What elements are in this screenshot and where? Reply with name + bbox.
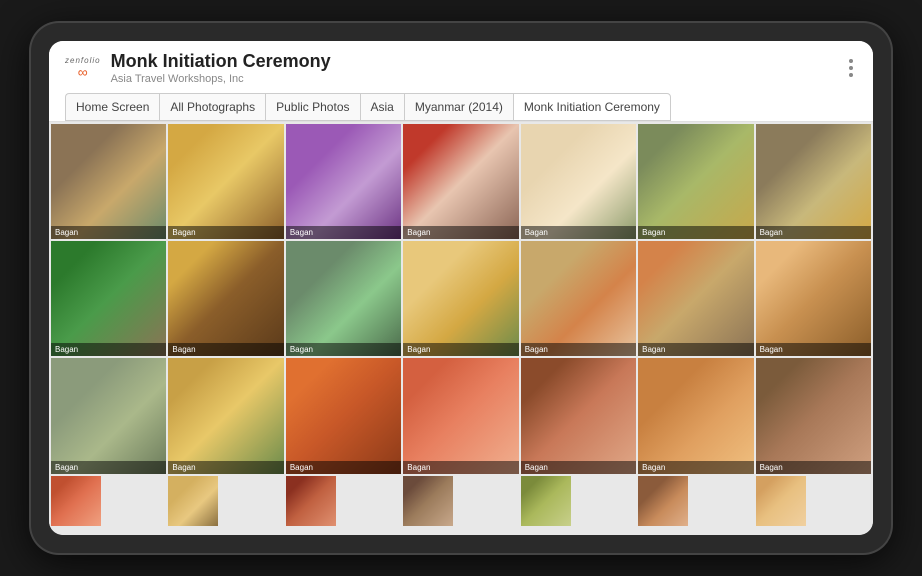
photo-cell[interactable]: Bagan bbox=[286, 358, 401, 473]
photo-cell[interactable]: Bagan bbox=[403, 241, 518, 356]
photo-cell[interactable]: Bagan bbox=[756, 358, 871, 473]
photo-label: Bagan bbox=[638, 461, 753, 474]
photo-cell[interactable]: Bagan bbox=[638, 241, 753, 356]
photo-label: Bagan bbox=[756, 343, 871, 356]
breadcrumb: Home Screen All Photographs Public Photo… bbox=[65, 93, 857, 121]
photo-label: Bagan bbox=[756, 461, 871, 474]
photo-label: Bagan bbox=[286, 461, 401, 474]
dot-3 bbox=[849, 73, 853, 77]
photo-cell[interactable] bbox=[756, 476, 806, 526]
dot-1 bbox=[849, 59, 853, 63]
photo-label: Bagan bbox=[168, 343, 283, 356]
logo-infinity-icon: ∞ bbox=[78, 65, 88, 79]
photo-cell[interactable]: Bagan bbox=[168, 358, 283, 473]
breadcrumb-ceremony[interactable]: Monk Initiation Ceremony bbox=[513, 93, 671, 121]
photo-label: Bagan bbox=[403, 461, 518, 474]
photo-label: Bagan bbox=[403, 343, 518, 356]
device-frame: zenfolio ∞ Monk Initiation Ceremony Asia… bbox=[31, 23, 891, 553]
photo-cell[interactable] bbox=[521, 476, 571, 526]
breadcrumb-myanmar[interactable]: Myanmar (2014) bbox=[404, 93, 513, 121]
photo-label: Bagan bbox=[286, 343, 401, 356]
photo-label: Bagan bbox=[638, 226, 753, 239]
photo-grid: Bagan Bagan Bagan Bagan Bagan Bagan bbox=[51, 124, 871, 526]
device-screen: zenfolio ∞ Monk Initiation Ceremony Asia… bbox=[49, 41, 873, 535]
photo-label: Bagan bbox=[638, 343, 753, 356]
photo-label: Bagan bbox=[521, 461, 636, 474]
photo-cell[interactable]: Bagan bbox=[403, 124, 518, 239]
page-title: Monk Initiation Ceremony bbox=[111, 51, 331, 73]
photo-label: Bagan bbox=[286, 226, 401, 239]
photo-cell[interactable] bbox=[638, 476, 688, 526]
photo-label: Bagan bbox=[521, 343, 636, 356]
photo-cell[interactable]: Bagan bbox=[521, 358, 636, 473]
photo-label: Bagan bbox=[403, 226, 518, 239]
header: zenfolio ∞ Monk Initiation Ceremony Asia… bbox=[49, 41, 873, 122]
photo-cell[interactable] bbox=[51, 476, 101, 526]
photo-cell[interactable]: Bagan bbox=[638, 358, 753, 473]
photo-cell[interactable] bbox=[286, 476, 336, 526]
photo-cell[interactable]: Bagan bbox=[756, 124, 871, 239]
zenfolio-logo: zenfolio ∞ bbox=[65, 57, 101, 79]
photo-label: Bagan bbox=[51, 343, 166, 356]
photo-cell[interactable]: Bagan bbox=[51, 358, 166, 473]
photo-cell[interactable]: Bagan bbox=[286, 241, 401, 356]
photo-cell[interactable]: Bagan bbox=[521, 124, 636, 239]
header-title-block: Monk Initiation Ceremony Asia Travel Wor… bbox=[111, 51, 331, 85]
photo-cell[interactable]: Bagan bbox=[638, 124, 753, 239]
photo-label: Bagan bbox=[51, 226, 166, 239]
photo-cell[interactable]: Bagan bbox=[521, 241, 636, 356]
photo-cell[interactable]: Bagan bbox=[168, 124, 283, 239]
photo-label: Bagan bbox=[51, 461, 166, 474]
breadcrumb-public[interactable]: Public Photos bbox=[265, 93, 359, 121]
header-top: zenfolio ∞ Monk Initiation Ceremony Asia… bbox=[65, 51, 857, 93]
photo-label: Bagan bbox=[168, 226, 283, 239]
photo-label: Bagan bbox=[521, 226, 636, 239]
menu-button[interactable] bbox=[845, 55, 857, 81]
photo-cell[interactable]: Bagan bbox=[286, 124, 401, 239]
breadcrumb-all-photos[interactable]: All Photographs bbox=[159, 93, 265, 121]
breadcrumb-asia[interactable]: Asia bbox=[360, 93, 404, 121]
photo-cell[interactable]: Bagan bbox=[756, 241, 871, 356]
page-subtitle: Asia Travel Workshops, Inc bbox=[111, 73, 331, 85]
photo-grid-container[interactable]: Bagan Bagan Bagan Bagan Bagan Bagan bbox=[49, 122, 873, 535]
photo-label: Bagan bbox=[756, 226, 871, 239]
dot-2 bbox=[849, 66, 853, 70]
breadcrumb-home[interactable]: Home Screen bbox=[65, 93, 159, 121]
photo-cell[interactable] bbox=[403, 476, 453, 526]
photo-cell[interactable]: Bagan bbox=[51, 241, 166, 356]
photo-cell[interactable]: Bagan bbox=[168, 241, 283, 356]
photo-cell[interactable]: Bagan bbox=[51, 124, 166, 239]
header-left: zenfolio ∞ Monk Initiation Ceremony Asia… bbox=[65, 51, 331, 85]
photo-label: Bagan bbox=[168, 461, 283, 474]
photo-cell[interactable]: Bagan bbox=[403, 358, 518, 473]
photo-cell[interactable] bbox=[168, 476, 218, 526]
